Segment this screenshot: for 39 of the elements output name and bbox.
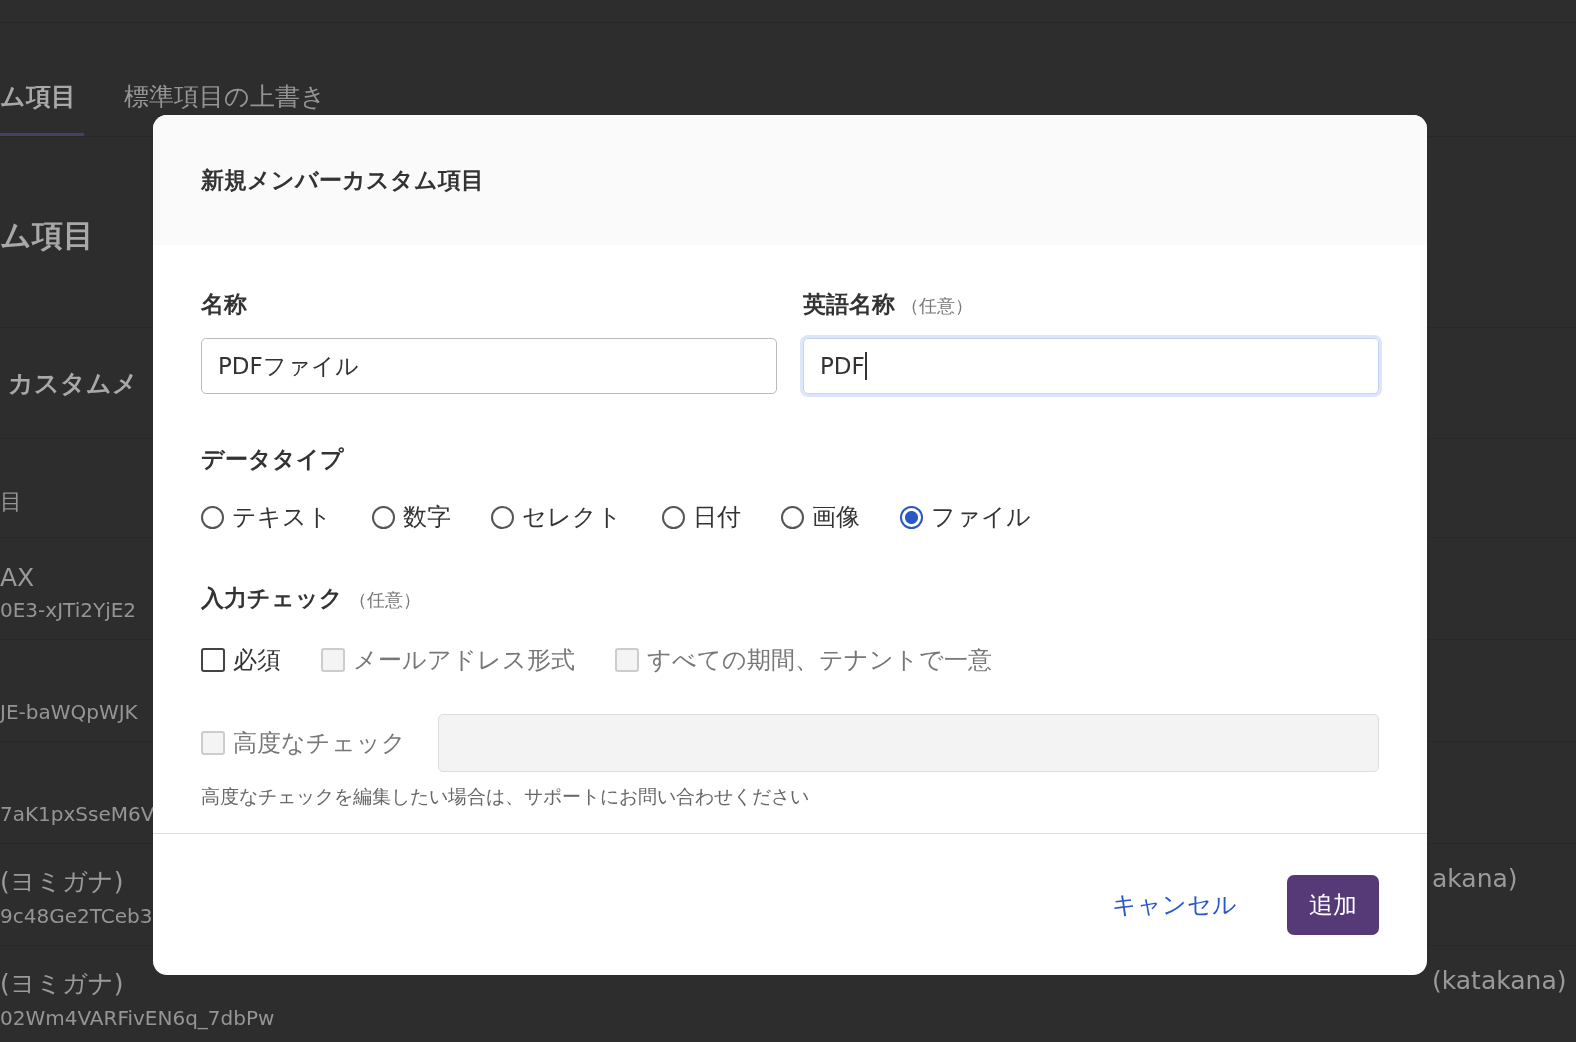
row-id: 02Wm4VARFivEN6q_7dbPw — [0, 1005, 275, 1030]
radio-icon[interactable] — [662, 505, 685, 529]
input-field[interactable]: PDF — [803, 338, 1379, 394]
row-id: 0E3-xJTi2YjE2 — [0, 597, 137, 622]
field-label: 名称 — [201, 290, 247, 319]
column-header: 目 — [0, 488, 22, 516]
input-field[interactable]: PDFファイル — [201, 338, 777, 394]
field-label: 入力チェック — [201, 584, 343, 613]
page-heading: ム項目 — [0, 216, 94, 255]
row-name: (ヨミガナ) — [0, 865, 125, 898]
radio-option[interactable]: 数字 — [372, 501, 451, 533]
optional-note: （任意） — [349, 588, 421, 612]
checkbox-option[interactable]: 必須 — [201, 644, 281, 676]
tab[interactable]: ム項目 — [0, 81, 84, 136]
field-label: データタイプ — [201, 445, 344, 474]
table-cell: (katakana) — [1432, 966, 1567, 995]
radio-icon[interactable] — [201, 505, 224, 529]
table-cell: akana) — [1432, 864, 1518, 893]
row-id: 7aK1pxSseM6V — [0, 801, 155, 826]
radio-option[interactable]: テキスト — [201, 501, 332, 533]
cancel-link[interactable]: キャンセル — [1112, 889, 1237, 921]
radio-option[interactable]: 画像 — [781, 501, 860, 533]
radio-icon[interactable] — [491, 505, 514, 529]
section-title: カスタムメ — [8, 367, 138, 400]
radio-icon[interactable] — [372, 505, 395, 529]
radio-option[interactable]: セレクト — [491, 501, 622, 533]
dialog-title: 新規メンバーカスタム項目 — [201, 165, 484, 195]
checkbox-icon[interactable] — [201, 648, 225, 672]
row-name: (ヨミガナ) — [0, 967, 125, 1000]
optional-note: （任意） — [901, 294, 973, 318]
radio-option[interactable]: 日付 — [662, 501, 741, 533]
help-text: 高度なチェックを編集したい場合は、サポートにお問い合わせください — [201, 784, 810, 809]
field-label: 英語名称 — [803, 290, 895, 319]
row-id: 9c48Ge2TCeb3 — [0, 903, 153, 928]
radio-icon[interactable] — [781, 505, 804, 529]
radio-option[interactable]: ファイル — [900, 501, 1031, 533]
row-name: AX — [0, 562, 36, 592]
add-button[interactable]: 追加 — [1287, 875, 1379, 935]
radio-icon[interactable] — [900, 505, 923, 529]
